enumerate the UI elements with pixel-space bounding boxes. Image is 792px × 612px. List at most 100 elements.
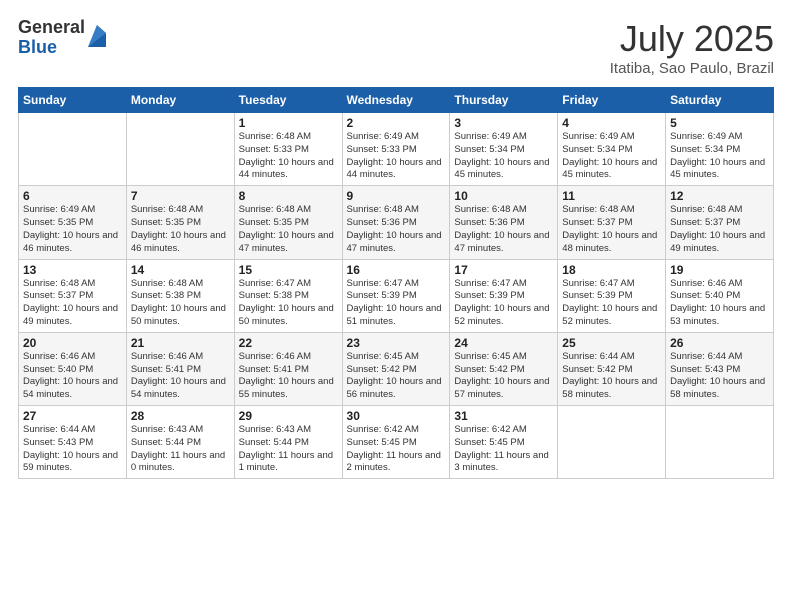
month-title: July 2025 [610, 18, 774, 60]
day-number: 25 [562, 336, 661, 350]
calendar-cell: 1Sunrise: 6:48 AM Sunset: 5:33 PM Daylig… [234, 113, 342, 186]
calendar-cell: 31Sunrise: 6:42 AM Sunset: 5:45 PM Dayli… [450, 406, 558, 479]
day-number: 4 [562, 116, 661, 130]
day-number: 20 [23, 336, 122, 350]
day-info: Sunrise: 6:46 AM Sunset: 5:40 PM Dayligh… [670, 278, 769, 329]
calendar-cell: 6Sunrise: 6:49 AM Sunset: 5:35 PM Daylig… [19, 186, 127, 259]
calendar-cell: 18Sunrise: 6:47 AM Sunset: 5:39 PM Dayli… [558, 259, 666, 332]
calendar-cell: 30Sunrise: 6:42 AM Sunset: 5:45 PM Dayli… [342, 406, 450, 479]
day-number: 31 [454, 409, 553, 423]
day-info: Sunrise: 6:43 AM Sunset: 5:44 PM Dayligh… [239, 424, 338, 475]
day-info: Sunrise: 6:45 AM Sunset: 5:42 PM Dayligh… [347, 351, 446, 402]
location: Itatiba, Sao Paulo, Brazil [610, 60, 774, 77]
day-number: 23 [347, 336, 446, 350]
day-number: 1 [239, 116, 338, 130]
col-header-tuesday: Tuesday [234, 88, 342, 113]
calendar-cell: 9Sunrise: 6:48 AM Sunset: 5:36 PM Daylig… [342, 186, 450, 259]
day-number: 18 [562, 263, 661, 277]
day-number: 26 [670, 336, 769, 350]
calendar-cell [126, 113, 234, 186]
calendar-week-2: 13Sunrise: 6:48 AM Sunset: 5:37 PM Dayli… [19, 259, 774, 332]
calendar-cell [666, 406, 774, 479]
calendar-cell: 29Sunrise: 6:43 AM Sunset: 5:44 PM Dayli… [234, 406, 342, 479]
col-header-friday: Friday [558, 88, 666, 113]
day-number: 28 [131, 409, 230, 423]
day-info: Sunrise: 6:49 AM Sunset: 5:34 PM Dayligh… [562, 131, 661, 182]
day-info: Sunrise: 6:43 AM Sunset: 5:44 PM Dayligh… [131, 424, 230, 475]
logo-text: General Blue [18, 18, 85, 58]
calendar-cell: 10Sunrise: 6:48 AM Sunset: 5:36 PM Dayli… [450, 186, 558, 259]
day-info: Sunrise: 6:48 AM Sunset: 5:33 PM Dayligh… [239, 131, 338, 182]
calendar-week-1: 6Sunrise: 6:49 AM Sunset: 5:35 PM Daylig… [19, 186, 774, 259]
calendar-cell: 27Sunrise: 6:44 AM Sunset: 5:43 PM Dayli… [19, 406, 127, 479]
logo-blue: Blue [18, 38, 85, 58]
day-info: Sunrise: 6:42 AM Sunset: 5:45 PM Dayligh… [347, 424, 446, 475]
calendar-cell: 15Sunrise: 6:47 AM Sunset: 5:38 PM Dayli… [234, 259, 342, 332]
day-number: 10 [454, 189, 553, 203]
page: General Blue July 2025 Itatiba, Sao Paul… [0, 0, 792, 612]
day-info: Sunrise: 6:48 AM Sunset: 5:37 PM Dayligh… [23, 278, 122, 329]
calendar-cell: 12Sunrise: 6:48 AM Sunset: 5:37 PM Dayli… [666, 186, 774, 259]
day-number: 7 [131, 189, 230, 203]
calendar-week-3: 20Sunrise: 6:46 AM Sunset: 5:40 PM Dayli… [19, 332, 774, 405]
logo: General Blue [18, 18, 106, 58]
calendar-cell: 8Sunrise: 6:48 AM Sunset: 5:35 PM Daylig… [234, 186, 342, 259]
day-number: 3 [454, 116, 553, 130]
calendar-header-row: SundayMondayTuesdayWednesdayThursdayFrid… [19, 88, 774, 113]
calendar-cell: 11Sunrise: 6:48 AM Sunset: 5:37 PM Dayli… [558, 186, 666, 259]
day-info: Sunrise: 6:46 AM Sunset: 5:40 PM Dayligh… [23, 351, 122, 402]
day-info: Sunrise: 6:44 AM Sunset: 5:43 PM Dayligh… [23, 424, 122, 475]
calendar-cell: 2Sunrise: 6:49 AM Sunset: 5:33 PM Daylig… [342, 113, 450, 186]
col-header-thursday: Thursday [450, 88, 558, 113]
day-number: 24 [454, 336, 553, 350]
day-info: Sunrise: 6:48 AM Sunset: 5:36 PM Dayligh… [454, 204, 553, 255]
day-number: 19 [670, 263, 769, 277]
day-info: Sunrise: 6:49 AM Sunset: 5:33 PM Dayligh… [347, 131, 446, 182]
day-info: Sunrise: 6:47 AM Sunset: 5:39 PM Dayligh… [562, 278, 661, 329]
calendar-cell: 13Sunrise: 6:48 AM Sunset: 5:37 PM Dayli… [19, 259, 127, 332]
day-number: 27 [23, 409, 122, 423]
calendar-table: SundayMondayTuesdayWednesdayThursdayFrid… [18, 87, 774, 479]
calendar-cell: 26Sunrise: 6:44 AM Sunset: 5:43 PM Dayli… [666, 332, 774, 405]
calendar-cell: 23Sunrise: 6:45 AM Sunset: 5:42 PM Dayli… [342, 332, 450, 405]
day-info: Sunrise: 6:45 AM Sunset: 5:42 PM Dayligh… [454, 351, 553, 402]
calendar-cell: 25Sunrise: 6:44 AM Sunset: 5:42 PM Dayli… [558, 332, 666, 405]
calendar-cell: 21Sunrise: 6:46 AM Sunset: 5:41 PM Dayli… [126, 332, 234, 405]
day-number: 5 [670, 116, 769, 130]
day-number: 16 [347, 263, 446, 277]
day-number: 6 [23, 189, 122, 203]
calendar-cell: 4Sunrise: 6:49 AM Sunset: 5:34 PM Daylig… [558, 113, 666, 186]
col-header-monday: Monday [126, 88, 234, 113]
day-info: Sunrise: 6:48 AM Sunset: 5:35 PM Dayligh… [131, 204, 230, 255]
day-info: Sunrise: 6:48 AM Sunset: 5:36 PM Dayligh… [347, 204, 446, 255]
day-number: 17 [454, 263, 553, 277]
day-number: 30 [347, 409, 446, 423]
logo-general: General [18, 18, 85, 38]
calendar-cell: 19Sunrise: 6:46 AM Sunset: 5:40 PM Dayli… [666, 259, 774, 332]
day-info: Sunrise: 6:47 AM Sunset: 5:39 PM Dayligh… [347, 278, 446, 329]
logo-icon [88, 25, 106, 47]
calendar-cell: 3Sunrise: 6:49 AM Sunset: 5:34 PM Daylig… [450, 113, 558, 186]
day-number: 15 [239, 263, 338, 277]
calendar-cell: 22Sunrise: 6:46 AM Sunset: 5:41 PM Dayli… [234, 332, 342, 405]
day-info: Sunrise: 6:48 AM Sunset: 5:37 PM Dayligh… [670, 204, 769, 255]
col-header-sunday: Sunday [19, 88, 127, 113]
calendar-cell [558, 406, 666, 479]
day-info: Sunrise: 6:44 AM Sunset: 5:42 PM Dayligh… [562, 351, 661, 402]
day-info: Sunrise: 6:49 AM Sunset: 5:35 PM Dayligh… [23, 204, 122, 255]
calendar-cell: 20Sunrise: 6:46 AM Sunset: 5:40 PM Dayli… [19, 332, 127, 405]
day-number: 21 [131, 336, 230, 350]
day-info: Sunrise: 6:44 AM Sunset: 5:43 PM Dayligh… [670, 351, 769, 402]
day-number: 12 [670, 189, 769, 203]
day-number: 14 [131, 263, 230, 277]
day-number: 11 [562, 189, 661, 203]
day-info: Sunrise: 6:46 AM Sunset: 5:41 PM Dayligh… [131, 351, 230, 402]
calendar-week-4: 27Sunrise: 6:44 AM Sunset: 5:43 PM Dayli… [19, 406, 774, 479]
day-info: Sunrise: 6:48 AM Sunset: 5:35 PM Dayligh… [239, 204, 338, 255]
calendar-cell: 5Sunrise: 6:49 AM Sunset: 5:34 PM Daylig… [666, 113, 774, 186]
day-number: 9 [347, 189, 446, 203]
calendar-cell: 16Sunrise: 6:47 AM Sunset: 5:39 PM Dayli… [342, 259, 450, 332]
header: General Blue July 2025 Itatiba, Sao Paul… [18, 18, 774, 77]
day-info: Sunrise: 6:47 AM Sunset: 5:39 PM Dayligh… [454, 278, 553, 329]
calendar-cell: 7Sunrise: 6:48 AM Sunset: 5:35 PM Daylig… [126, 186, 234, 259]
